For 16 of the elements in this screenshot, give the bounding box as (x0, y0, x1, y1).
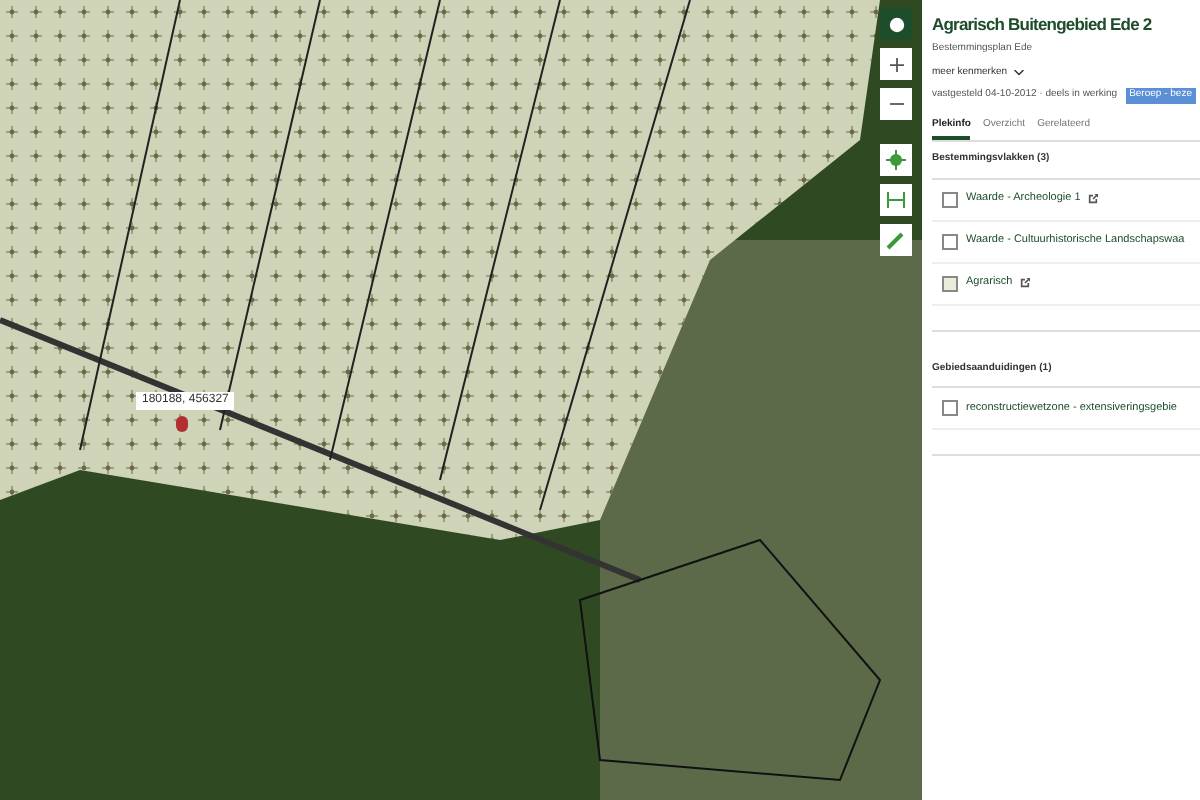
location-pin-icon (176, 416, 188, 432)
locate-button[interactable] (880, 144, 912, 176)
external-link-icon[interactable] (1088, 194, 1099, 204)
layers-button[interactable] (880, 8, 912, 40)
ruler-icon (886, 192, 906, 208)
pencil-icon (886, 230, 906, 250)
plus-icon (889, 57, 903, 71)
crosshair-icon (886, 150, 906, 170)
minus-icon (889, 102, 903, 106)
zoom-out-button[interactable] (880, 88, 912, 120)
measure-button[interactable] (880, 184, 912, 216)
zoom-in-button[interactable] (880, 48, 912, 80)
chevron-down-icon (1013, 69, 1024, 76)
external-link-icon[interactable] (1020, 278, 1031, 288)
plan-title: Agrarisch Buitengebied Ede 2 (932, 12, 1154, 38)
draw-button[interactable] (880, 224, 912, 256)
